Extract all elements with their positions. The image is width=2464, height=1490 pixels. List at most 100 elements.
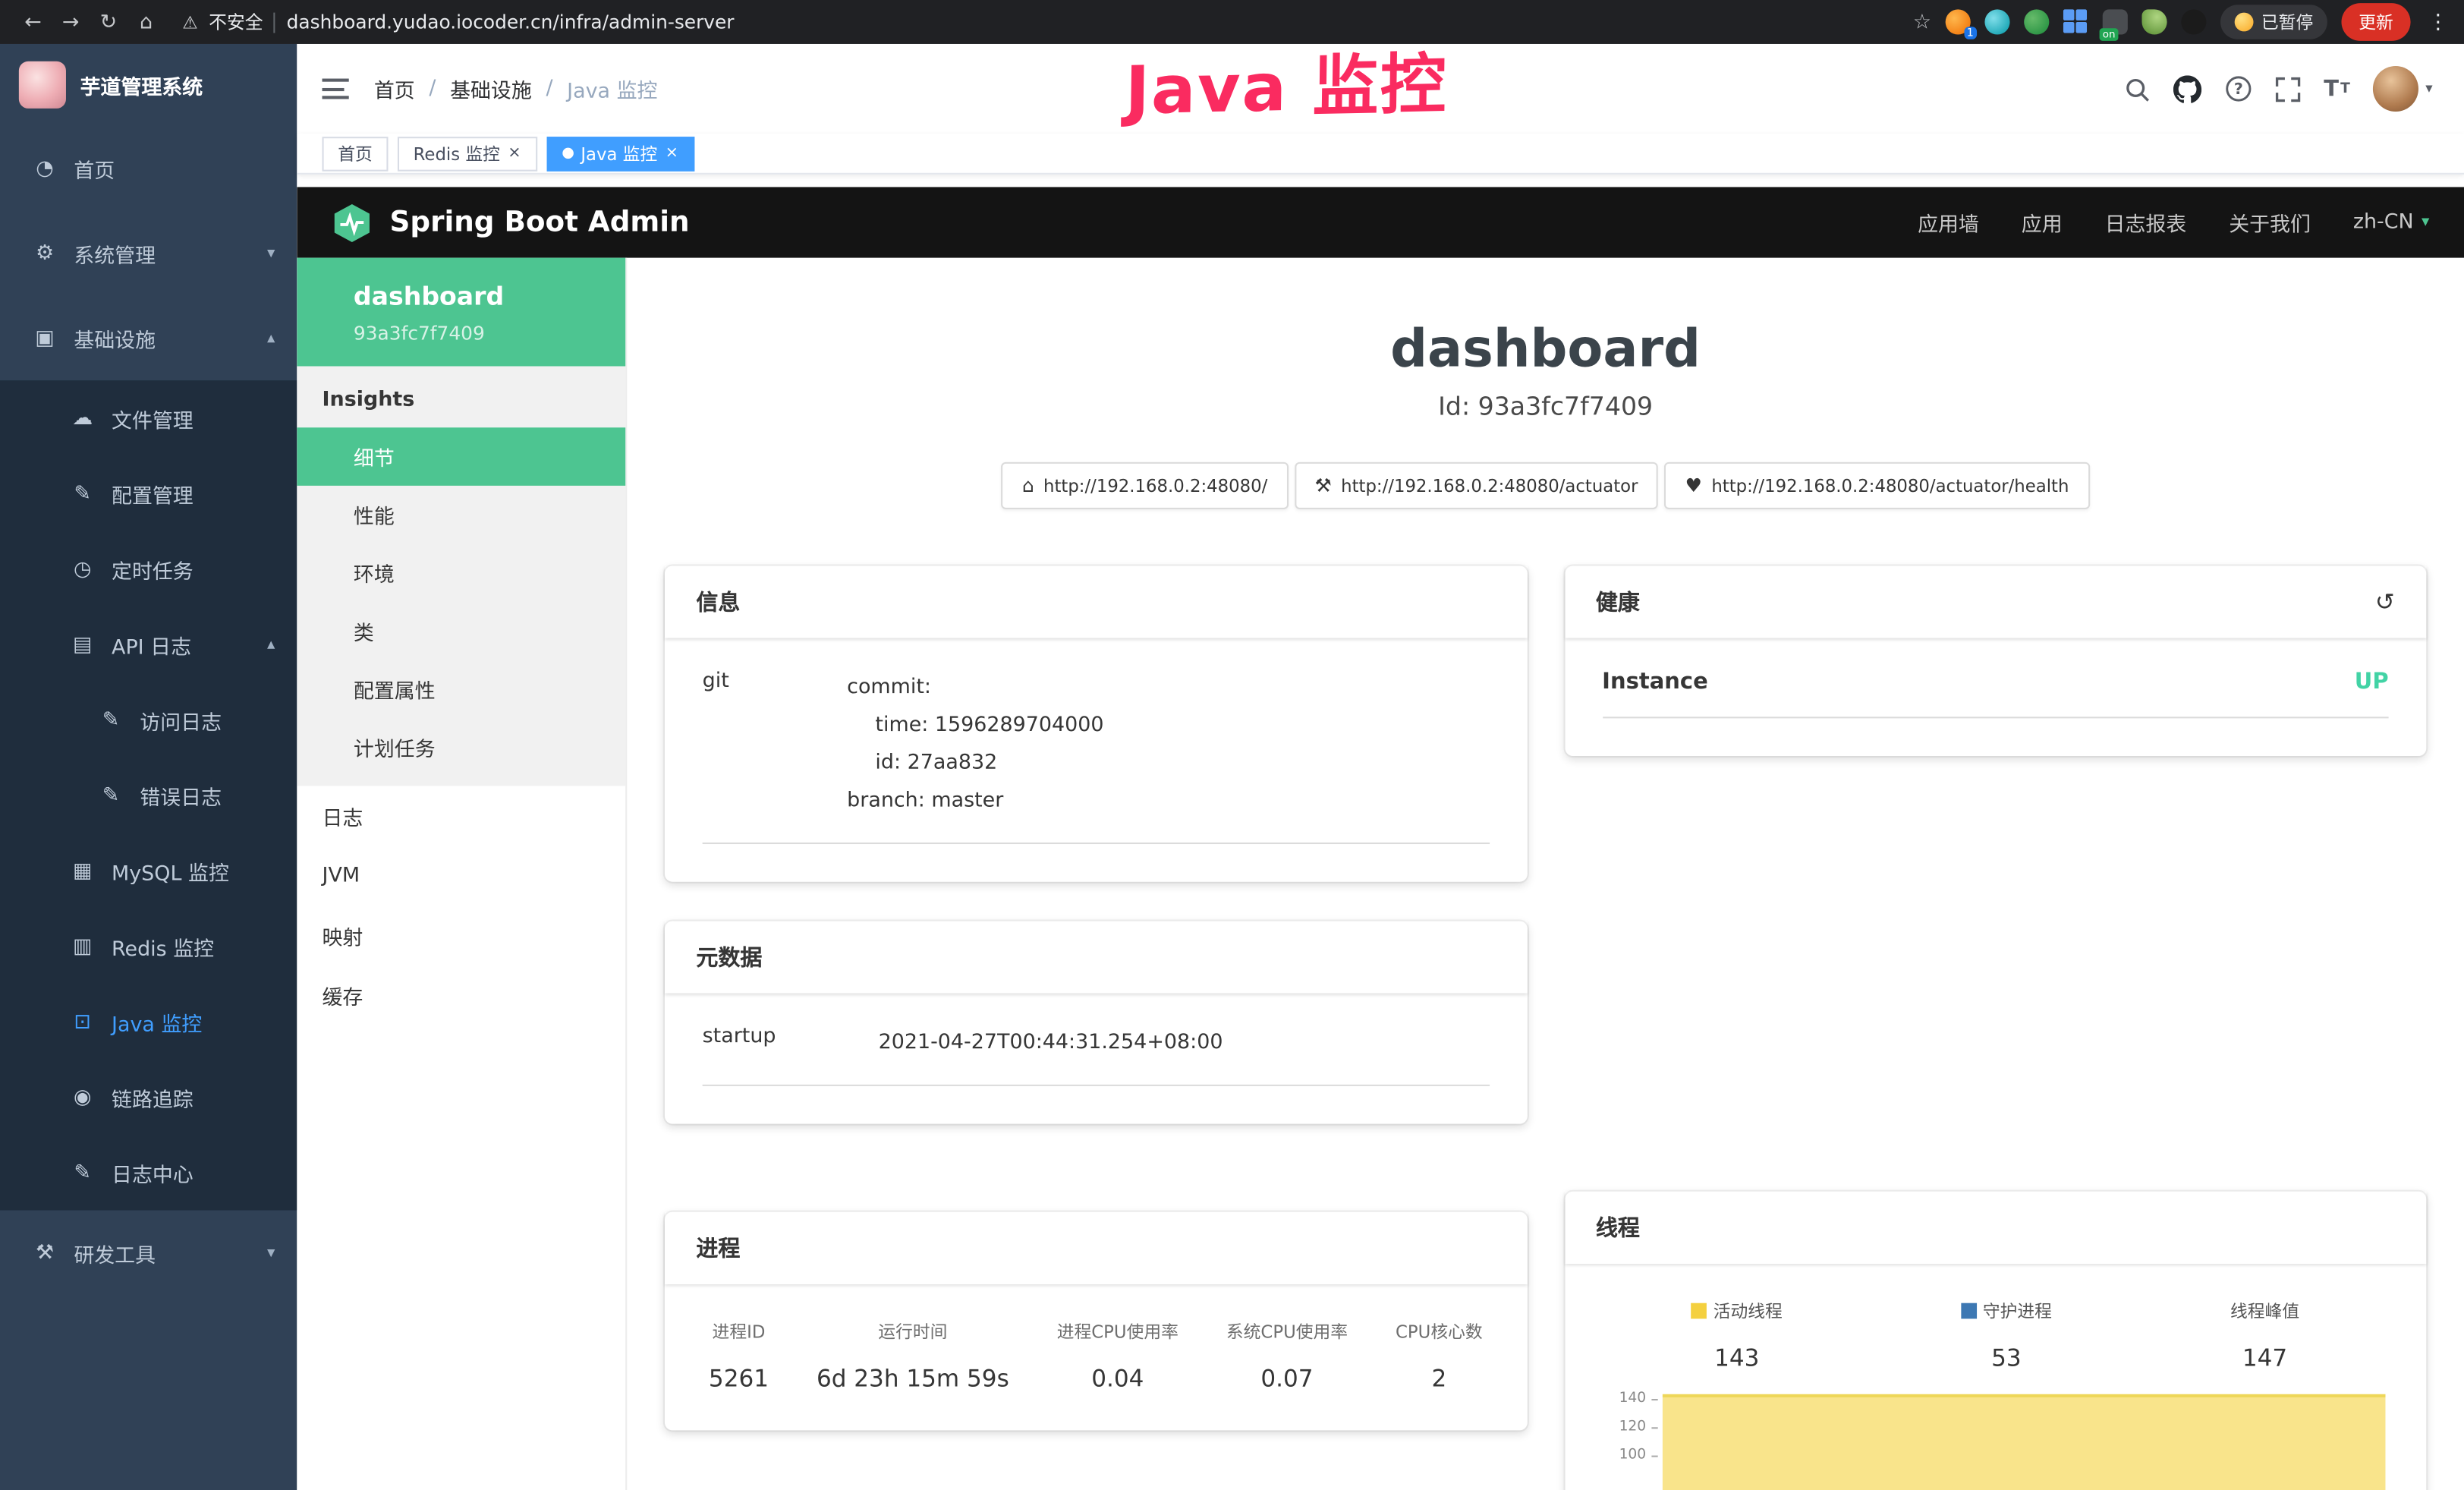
extension-icon-grid[interactable] [2063, 9, 2088, 34]
breadcrumb-current: Java 监控 [567, 74, 657, 103]
sidebar-item-mysql-monitor[interactable]: ▦ MySQL 监控 [0, 833, 297, 909]
extension-icon-orange[interactable]: 1 [1946, 9, 1971, 34]
metric-label: 进程CPU使用率 [1057, 1319, 1179, 1344]
help-icon[interactable]: ? [2225, 75, 2252, 102]
sba-section-caches[interactable]: 缓存 [297, 965, 625, 1025]
sba-nav-journal[interactable]: 日志报表 [2105, 207, 2187, 237]
fullscreen-icon[interactable] [2275, 76, 2300, 101]
sba-body: dashboard 93a3fc7f7409 Insights 细节 性能 环境… [297, 258, 2464, 1490]
legend-value: 147 [2230, 1344, 2299, 1372]
close-icon[interactable]: × [666, 146, 678, 162]
reload-button[interactable]: ↻ [91, 10, 126, 33]
close-icon[interactable]: × [508, 146, 521, 162]
legend-value: 53 [1961, 1344, 2052, 1372]
sba-section-jvm[interactable]: JVM [297, 846, 625, 906]
sidebar-item-trace[interactable]: ◉ 链路追踪 [0, 1060, 297, 1135]
sidebar-item-java-monitor[interactable]: ⊡ Java 监控 [0, 984, 297, 1059]
sidebar-item-api-logs[interactable]: ▤ API 日志 ▴ [0, 606, 297, 682]
actuator-url: http://192.168.0.2:48080/actuator [1341, 475, 1638, 496]
tab-java-monitor[interactable]: Java 监控 × [546, 136, 694, 171]
locale-select[interactable]: zh-CN ▾ [2353, 210, 2430, 234]
sidebar-item-access-logs[interactable]: ✎ 访问日志 [0, 682, 297, 758]
app-shell: 芋道管理系统 ◔ 首页 ⚙ 系统管理 ▾ ▣ 基础设施 ▴ ☁ 文件管理 [0, 44, 2464, 1490]
metric-cpu-cores: CPU核心数 2 [1396, 1319, 1483, 1393]
sba-nav-about[interactable]: 关于我们 [2229, 207, 2311, 237]
browser-menu-kebab-icon[interactable]: ⋮ [2428, 10, 2448, 33]
spring-boot-admin-logo-icon [332, 202, 373, 243]
search-icon[interactable] [2124, 76, 2149, 101]
home-icon: ⌂ [1022, 474, 1034, 496]
git-commit-line: commit: [847, 669, 1489, 707]
extension-icon-teal-drop[interactable] [1984, 9, 2009, 34]
sba-section-mappings[interactable]: 映射 [297, 906, 625, 966]
font-size-icon[interactable]: T T [2324, 76, 2350, 101]
sidebar-item-log-center[interactable]: ✎ 日志中心 [0, 1135, 297, 1210]
paused-badge[interactable]: 已暂停 [2220, 5, 2327, 39]
github-icon[interactable] [2173, 74, 2201, 102]
service-url-button[interactable]: ⌂ http://192.168.0.2:48080/ [1002, 462, 1288, 509]
sba-nav-applications[interactable]: 应用 [2022, 207, 2063, 237]
legend-square-blue [1961, 1303, 1977, 1319]
sba-menu-scheduled-tasks[interactable]: 计划任务 [297, 718, 625, 777]
app-sidebar: 芋道管理系统 ◔ 首页 ⚙ 系统管理 ▾ ▣ 基础设施 ▴ ☁ 文件管理 [0, 44, 297, 1490]
sba-section-loggers[interactable]: 日志 [297, 786, 625, 846]
edit-icon: ✎ [97, 708, 124, 732]
edit-icon: ✎ [69, 482, 96, 506]
sidebar-item-infrastructure[interactable]: ▣ 基础设施 ▴ [0, 295, 297, 380]
breadcrumb-home[interactable]: 首页 [374, 74, 415, 103]
legend-label: 线程峰值 [2230, 1298, 2299, 1323]
legend-text: 活动线程 [1713, 1298, 1783, 1323]
extension-icon-green[interactable] [2024, 9, 2049, 34]
sba-menu-metrics[interactable]: 性能 [297, 486, 625, 544]
sidebar-item-file-management[interactable]: ☁ 文件管理 [0, 380, 297, 455]
sidebar-item-dev-tools[interactable]: ⚒ 研发工具 ▾ [0, 1211, 297, 1296]
sidebar-item-redis-monitor[interactable]: ▥ Redis 监控 [0, 909, 297, 984]
health-card: 健康 ↺ Instance UP [1564, 565, 2426, 756]
forward-button[interactable]: → [53, 10, 88, 33]
y-axis-tick-label: 140 [1602, 1391, 1646, 1407]
sidebar-item-home[interactable]: ◔ 首页 [0, 126, 297, 211]
legend-text: 守护进程 [1983, 1298, 2052, 1323]
app-logo[interactable]: 芋道管理系统 [0, 44, 297, 126]
sidebar-item-system-management[interactable]: ⚙ 系统管理 ▾ [0, 210, 297, 295]
font-size-glyph-large: T [2324, 76, 2339, 101]
extension-icon-black[interactable] [2181, 9, 2206, 34]
tab-redis-monitor[interactable]: Redis 监控 × [398, 136, 537, 171]
address-bar[interactable]: ⚠ 不安全 dashboard.yudao.iocoder.cn/infra/a… [182, 9, 1910, 34]
update-button[interactable]: 更新 [2341, 3, 2410, 41]
health-url-button[interactable]: ♥ http://192.168.0.2:48080/actuator/heal… [1665, 462, 2090, 509]
user-avatar[interactable]: ▾ [2374, 66, 2433, 112]
breadcrumb-separator: / [429, 77, 436, 100]
sba-menu-config-properties[interactable]: 配置属性 [297, 660, 625, 719]
health-instance-row: Instance UP [1602, 669, 2388, 718]
browser-toolbar: ← → ↻ ⌂ ⚠ 不安全 dashboard.yudao.iocoder.cn… [0, 0, 2464, 44]
metric-value: 0.07 [1226, 1365, 1348, 1393]
tab-home[interactable]: 首页 [323, 136, 389, 171]
sidebar-collapse-button[interactable] [323, 79, 349, 99]
process-card-title: 进程 [665, 1212, 1527, 1284]
gear-icon: ⚙ [31, 241, 58, 265]
actuator-url-button[interactable]: ⚒ http://192.168.0.2:48080/actuator [1295, 462, 1659, 509]
home-button[interactable]: ⌂ [129, 10, 164, 33]
java-monitor-icon: ⊡ [69, 1010, 96, 1033]
sba-menu-details[interactable]: 细节 [297, 427, 625, 486]
sidebar-item-config-management[interactable]: ✎ 配置管理 [0, 456, 297, 531]
sba-menu-classes[interactable]: 类 [297, 602, 625, 660]
health-icon: ♥ [1685, 474, 1702, 496]
sidebar-item-error-logs[interactable]: ✎ 错误日志 [0, 758, 297, 833]
breadcrumb-infrastructure[interactable]: 基础设施 [450, 74, 532, 103]
chevron-up-icon: ▴ [267, 329, 275, 347]
history-icon[interactable]: ↺ [2375, 587, 2395, 616]
extension-icon-dark-on[interactable]: on [2103, 9, 2128, 34]
sba-topbar: Spring Boot Admin 应用墙 应用 日志报表 关于我们 zh-CN… [297, 187, 2464, 257]
extension-icon-leaf[interactable] [2142, 9, 2167, 34]
back-button[interactable]: ← [16, 10, 51, 33]
sidebar-item-scheduled-tasks[interactable]: ◷ 定时任务 [0, 531, 297, 606]
legend-text: 线程峰值 [2230, 1298, 2299, 1323]
sba-nav-wallboard[interactable]: 应用墙 [1918, 207, 1979, 237]
sba-menu-environment[interactable]: 环境 [297, 543, 625, 602]
cards-right-column: 健康 ↺ Instance UP [1564, 565, 2426, 1490]
sidebar-item-label: 系统管理 [74, 238, 156, 268]
info-card-title: 信息 [665, 565, 1527, 638]
bookmark-star-icon[interactable]: ☆ [1913, 10, 1931, 33]
